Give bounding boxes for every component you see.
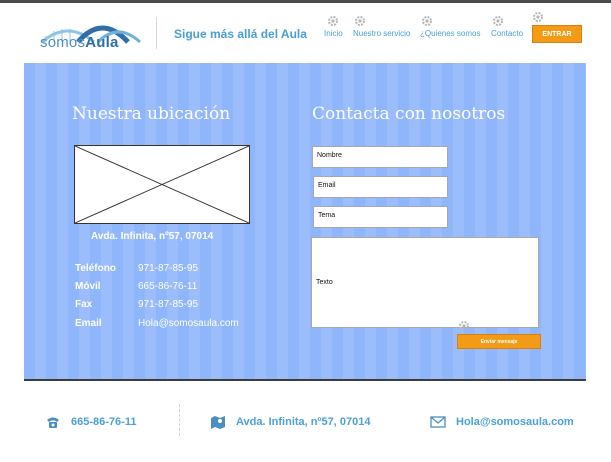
gear-icon — [328, 16, 339, 26]
footer-divider — [179, 404, 180, 436]
mail-icon — [430, 416, 446, 428]
image-placeholder-icon — [75, 146, 249, 223]
nav-quienes[interactable]: ¿Quienes somos — [420, 14, 480, 38]
logo[interactable]: somosAula — [38, 12, 143, 52]
email-label: Email — [75, 318, 102, 329]
nav-label: Inicio — [324, 29, 343, 38]
footer-email[interactable]: Hola@somosaula.com — [430, 414, 574, 430]
nav-label: Contacto — [491, 29, 524, 38]
logo-text: somosAula — [40, 34, 119, 51]
message-field[interactable]: Texto — [311, 237, 539, 328]
mobile-value: 665-86-76-11 — [138, 281, 198, 292]
nav-inicio[interactable]: Inicio — [324, 14, 343, 38]
tagline: Sigue más allá del Aula — [174, 27, 307, 41]
location-title: Nuestra ubicación — [72, 104, 231, 124]
footer-phone[interactable]: 665-86-76-11 — [45, 414, 136, 430]
gear-icon — [355, 16, 365, 26]
map-placeholder[interactable] — [74, 145, 250, 224]
nav-label: ¿Quienes somos — [420, 29, 481, 38]
email-field[interactable]: Email — [313, 176, 448, 198]
gear-icon — [493, 16, 503, 26]
footer-phone-text: 665-86-76-11 — [71, 416, 137, 428]
location-address: Avda. Infinita, nº57, 07014 — [91, 231, 214, 242]
enter-button[interactable]: ENTRAR — [532, 25, 582, 43]
mobile-label: Móvil — [75, 281, 101, 292]
subject-field[interactable]: Tema — [313, 206, 448, 228]
contact-title: Contacta con nosotros — [312, 104, 506, 124]
nav-servicio[interactable]: Nuestro servicio — [353, 14, 410, 38]
footer-email-text: Hola@somosaula.com — [456, 416, 574, 428]
phone-value: 971-87-85-95 — [138, 263, 199, 274]
header-divider — [156, 17, 157, 49]
nav-contacto[interactable]: Contacto — [491, 14, 523, 38]
top-border — [0, 0, 611, 3]
footer-address[interactable]: Avda. Infinita, nº57, 07014 — [210, 414, 370, 430]
phone-icon — [47, 417, 59, 428]
gear-icon — [422, 16, 432, 26]
nav-label: Nuestro servicio — [353, 29, 411, 38]
gear-icon — [533, 12, 543, 22]
fax-label: Fax — [75, 299, 93, 310]
name-field[interactable]: Nombre — [312, 146, 448, 168]
map-icon — [211, 416, 225, 429]
gear-icon — [459, 321, 469, 331]
fax-value: 971-87-85-95 — [138, 299, 199, 310]
email-value[interactable]: Hola@somosaula.com — [138, 318, 239, 329]
phone-label: Teléfono — [75, 263, 116, 274]
footer-address-text: Avda. Infinita, nº57, 07014 — [236, 416, 371, 428]
send-button[interactable]: Enviar mensaje — [457, 334, 541, 349]
